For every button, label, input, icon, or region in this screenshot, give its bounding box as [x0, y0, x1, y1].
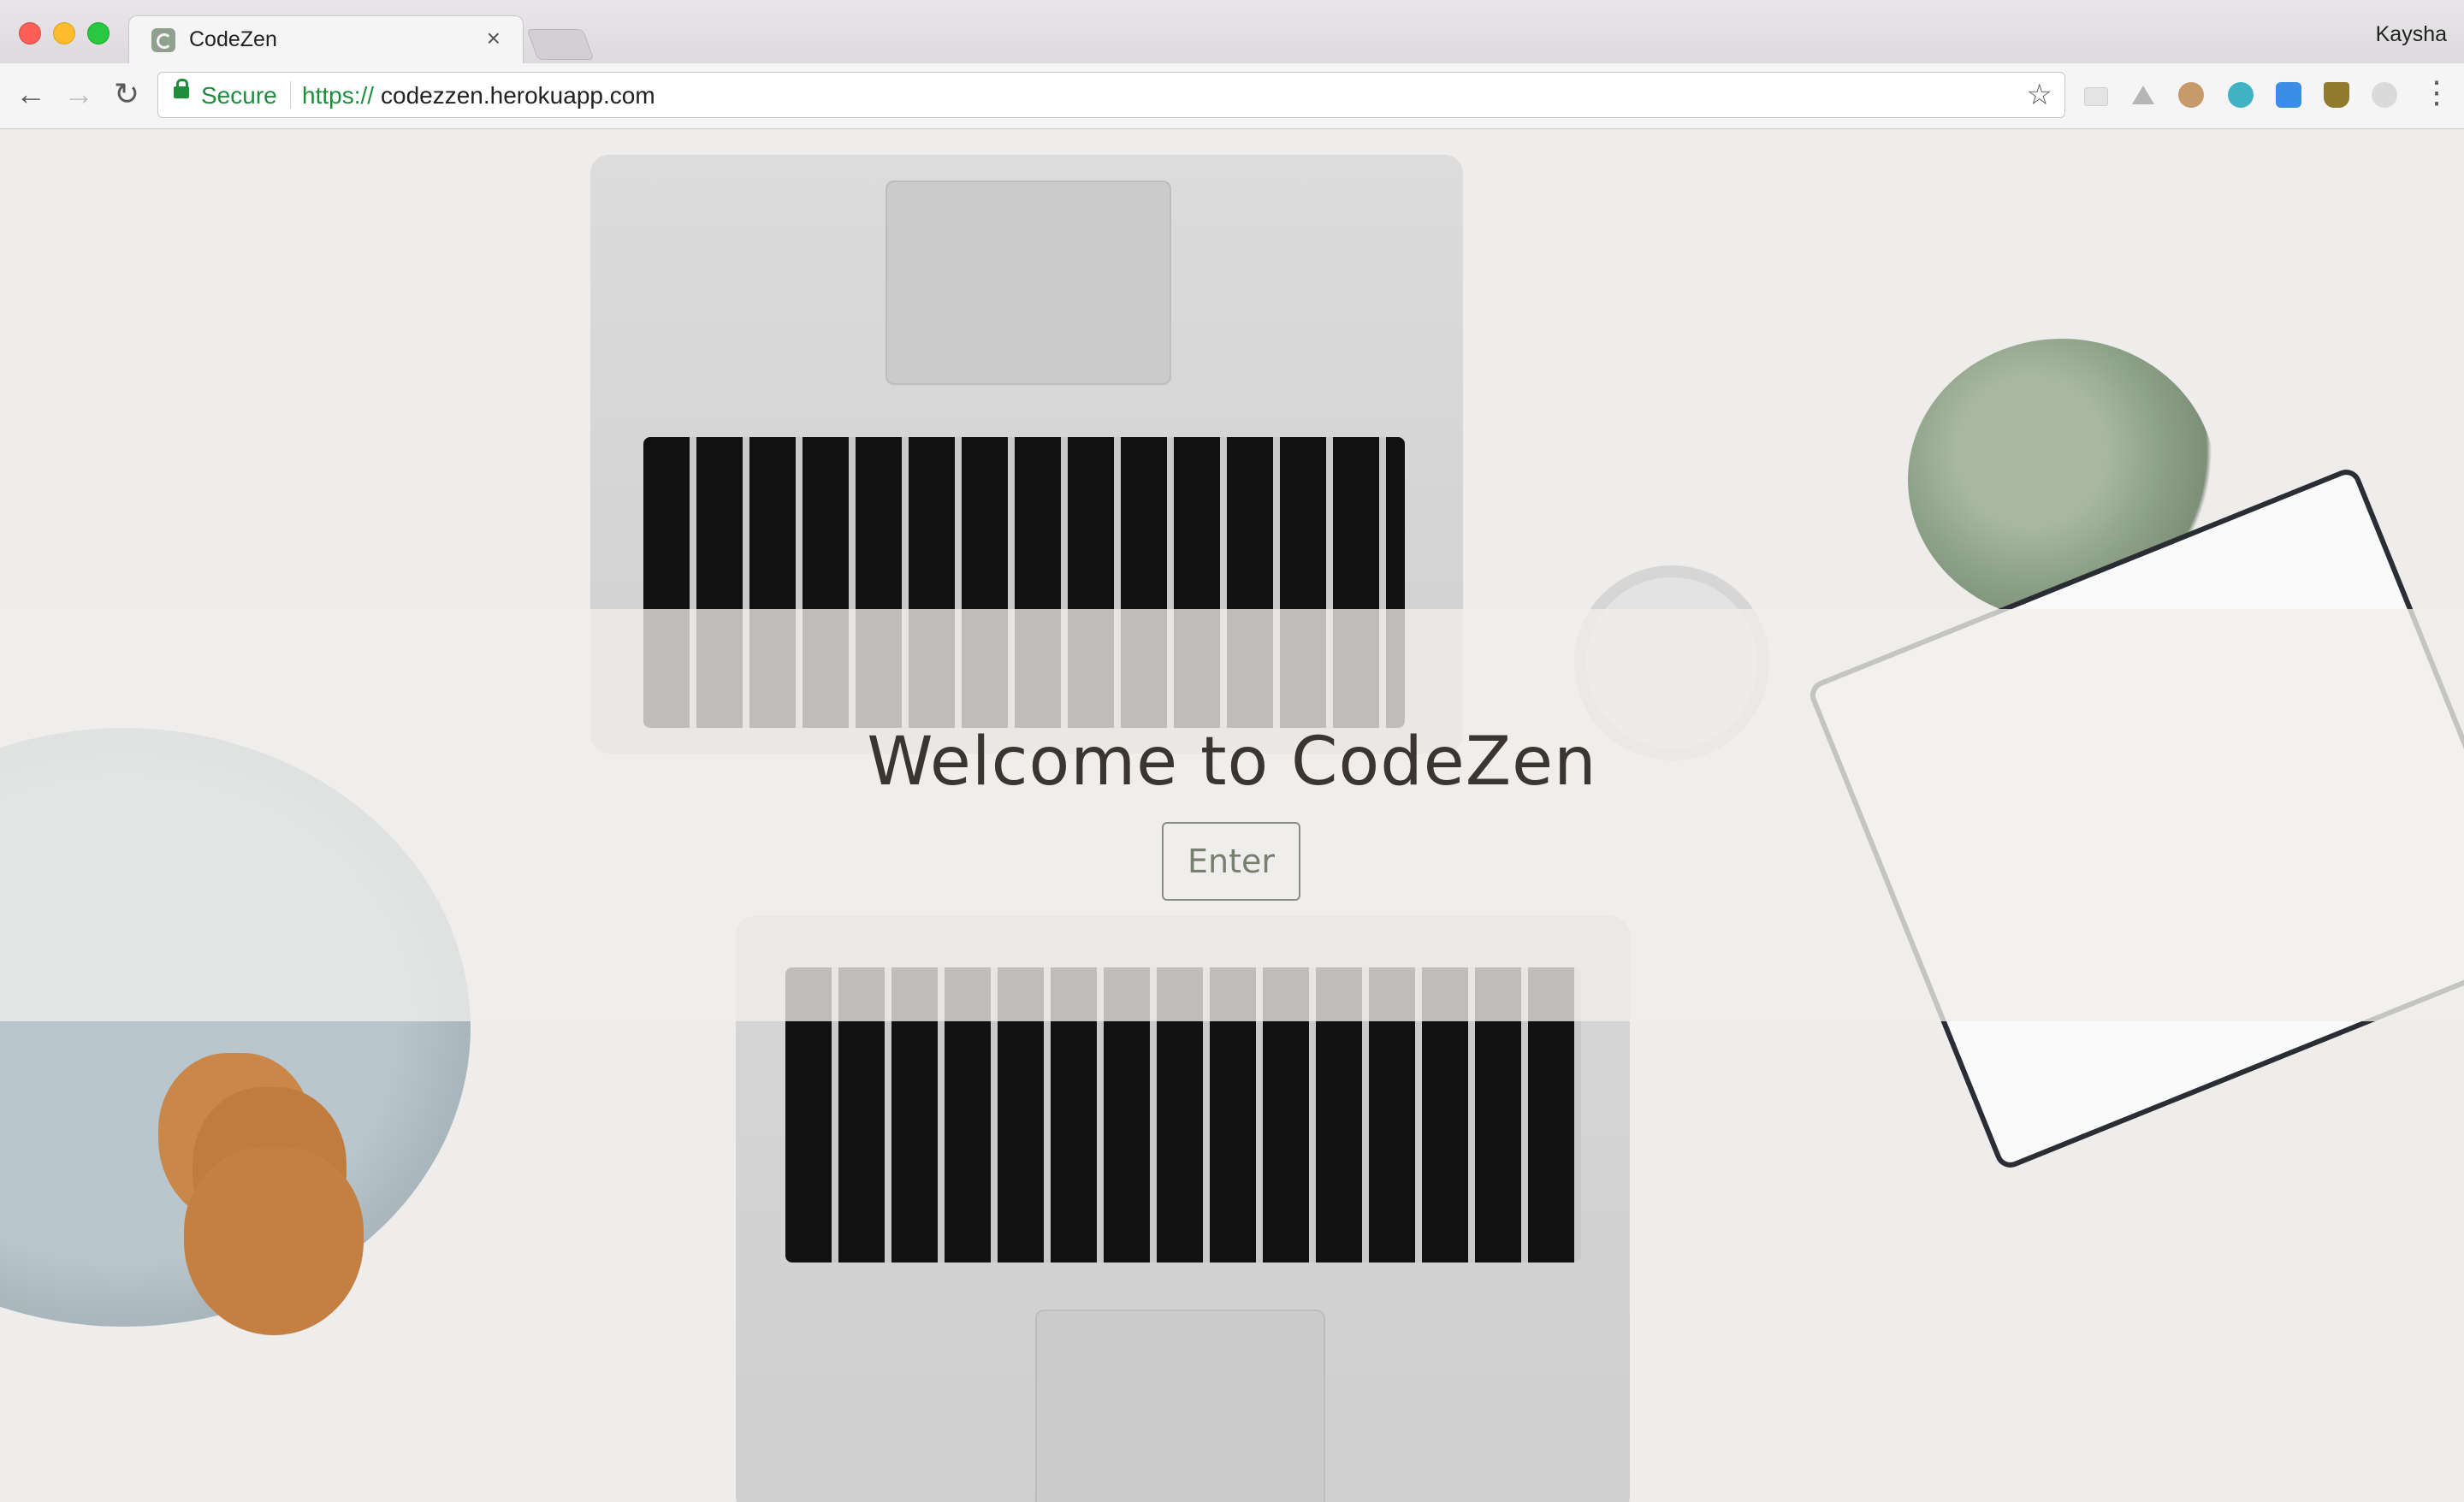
tab-close-icon[interactable]: × [487, 25, 500, 52]
url-scheme[interactable]: https:// [302, 82, 374, 109]
secure-label[interactable]: Secure [201, 82, 277, 109]
page-viewport: Welcome to CodeZen Enter [0, 129, 2464, 1502]
fi-extension-icon[interactable] [2276, 82, 2301, 108]
tab-title: CodeZen [189, 27, 277, 51]
profile-name[interactable]: Kaysha [2376, 22, 2447, 47]
cookie-image [184, 1147, 364, 1335]
browser-menu-icon[interactable]: ⋮ [2421, 75, 2452, 109]
address-divider [290, 81, 291, 109]
avatar-extension-icon[interactable] [2178, 82, 2204, 108]
browser-titlebar: CodeZen × Kaysha [0, 0, 2464, 66]
enter-button[interactable]: Enter [1162, 822, 1300, 901]
forward-arrow-icon[interactable]: → [62, 77, 96, 111]
minimize-window-button[interactable] [53, 22, 75, 44]
lock-icon[interactable] [174, 79, 189, 98]
page-title: Welcome to CodeZen [867, 724, 1597, 801]
back-arrow-icon[interactable]: ← [14, 77, 48, 111]
address-bar[interactable]: Secure https:// codezzen.herokuapp.com ☆ [157, 72, 2065, 118]
bookmark-star-icon[interactable]: ☆ [2027, 78, 2052, 112]
url-host[interactable]: codezzen.herokuapp.com [381, 82, 655, 109]
mail-extension-icon[interactable] [2084, 87, 2108, 106]
new-tab-button[interactable] [526, 29, 595, 60]
trackpad-top [886, 180, 1171, 385]
reload-icon[interactable]: ↻ [110, 77, 144, 111]
codezen-favicon-icon [151, 28, 175, 52]
maximize-window-button[interactable] [87, 22, 110, 44]
drive-extension-icon[interactable] [2130, 82, 2156, 108]
close-window-button[interactable] [19, 22, 41, 44]
welcome-band [0, 609, 2464, 1021]
m-extension-icon[interactable] [2228, 82, 2254, 108]
trackpad-bottom [1035, 1310, 1325, 1502]
browser-toolbar: ← → ↻ Secure https:// codezzen.herokuapp… [0, 63, 2464, 129]
tab-codezen[interactable]: CodeZen × [128, 15, 524, 66]
gear-extension-icon[interactable] [2372, 82, 2397, 108]
bag-extension-icon[interactable] [2324, 82, 2349, 108]
